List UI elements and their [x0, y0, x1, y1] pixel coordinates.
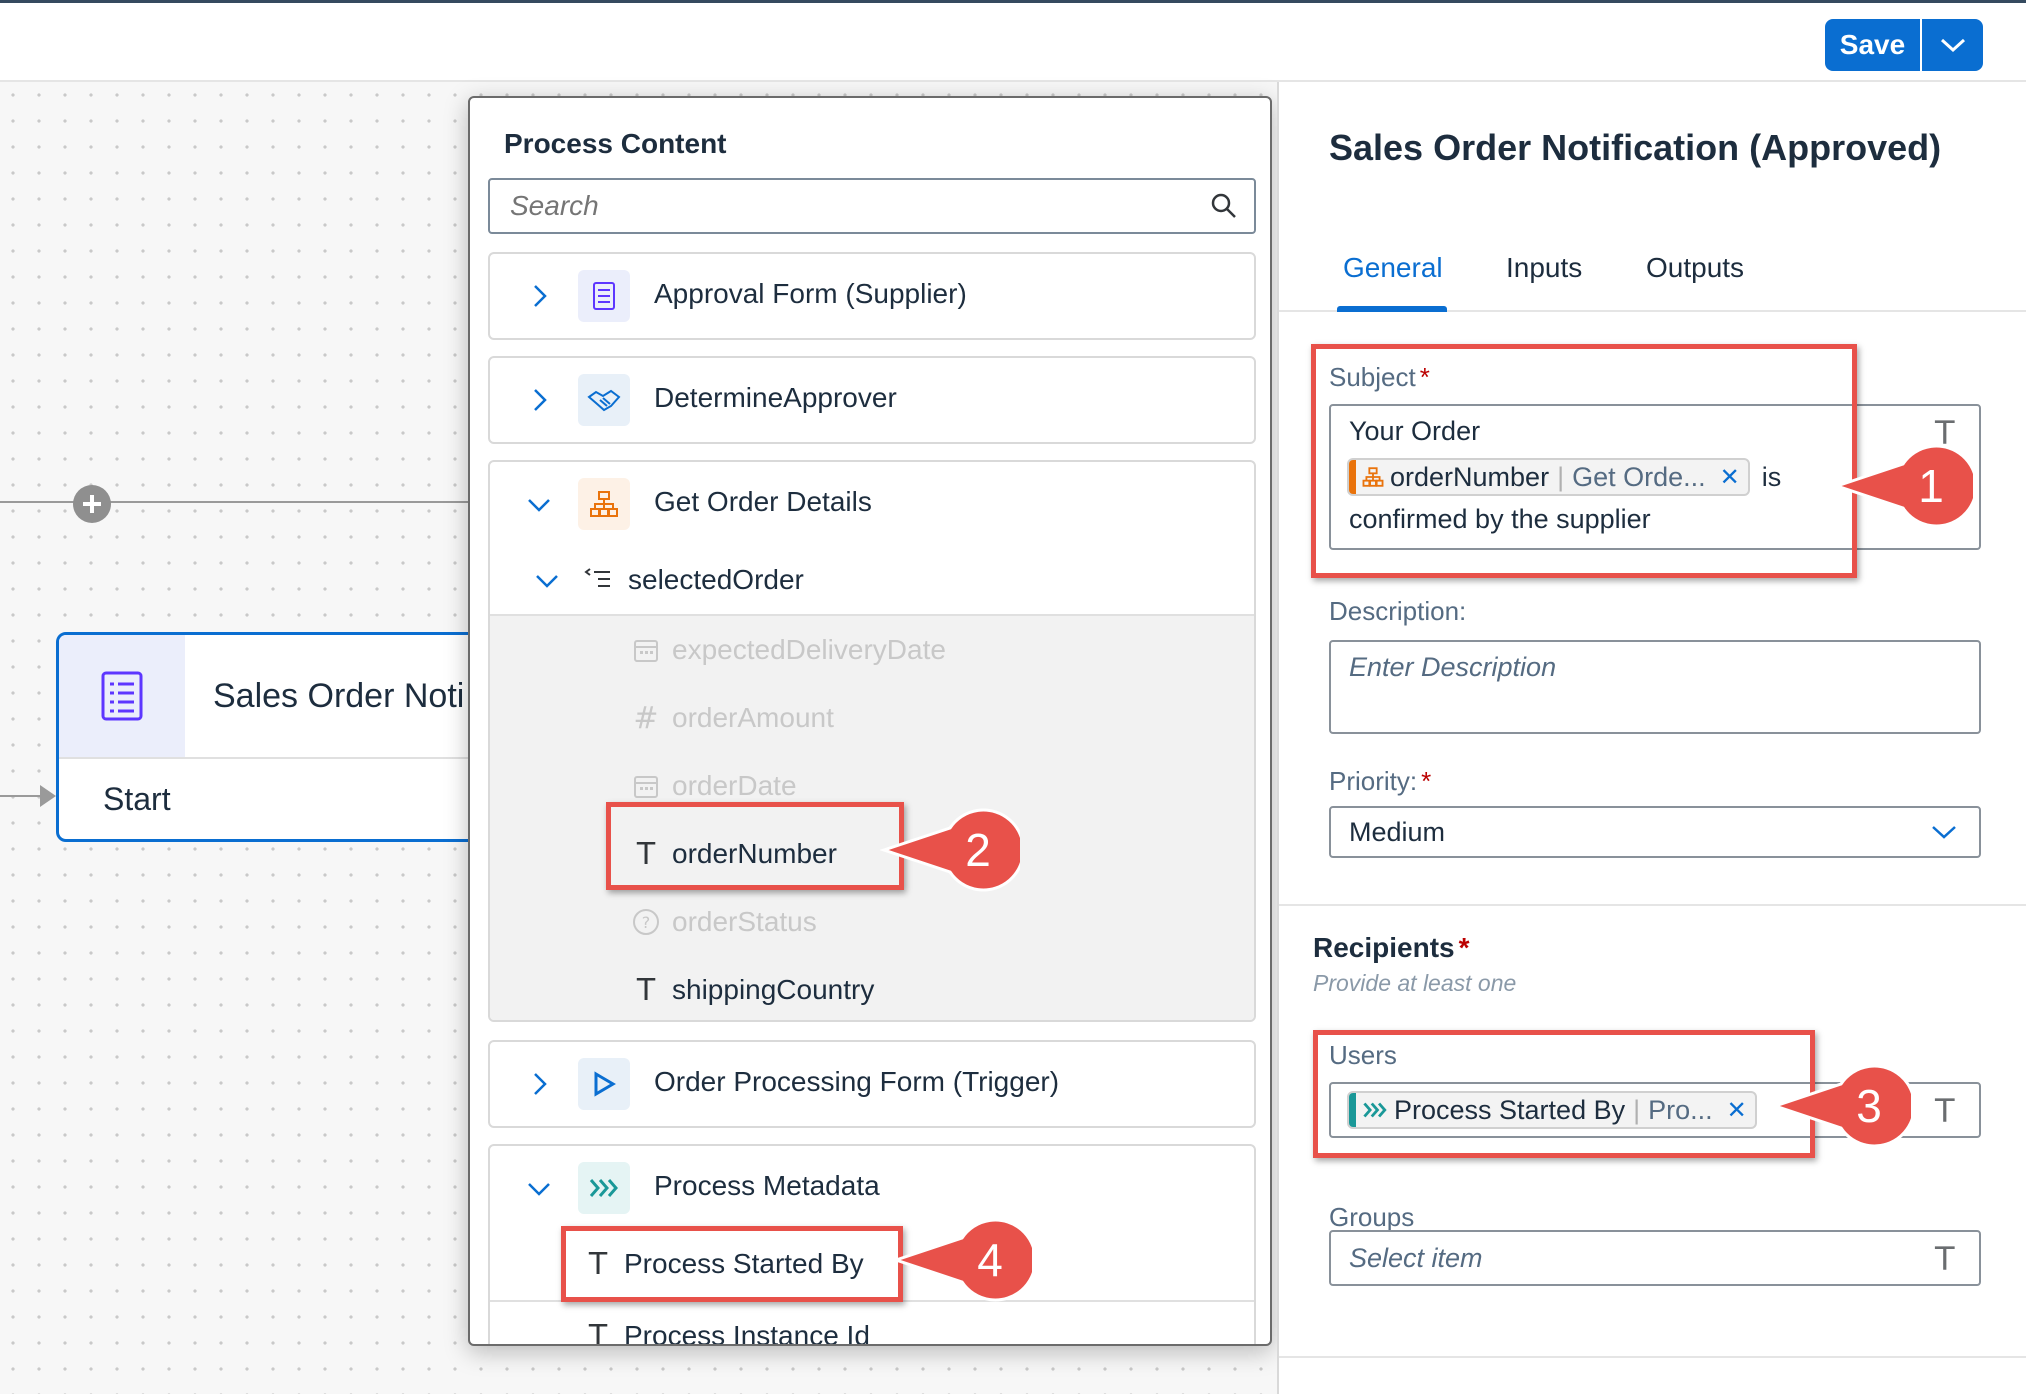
panel-title: Sales Order Notification (Approved) [1329, 127, 1942, 168]
properties-panel: Sales Order Notification (Approved) Gene… [1277, 82, 2026, 1394]
divider [1279, 1356, 2026, 1358]
tree-item-process-instance-id[interactable]: T Process Instance Id [584, 1302, 870, 1346]
hierarchy-icon [578, 478, 630, 530]
tab-inputs[interactable]: Inputs [1506, 252, 1582, 284]
content-section-approval-form[interactable]: Approval Form (Supplier) [488, 252, 1256, 340]
tree-group-label: selectedOrder [628, 564, 804, 595]
svg-text:?: ? [642, 913, 651, 932]
list-indent-icon [584, 568, 610, 587]
highlight-box-subject [1311, 344, 1857, 578]
tree-item-order-status: ? orderStatus [632, 888, 817, 956]
description-label: Description: [1329, 596, 1467, 626]
task-node-title: Sales Order Noti [213, 677, 465, 715]
section-label: Approval Form (Supplier) [654, 278, 967, 309]
highlight-box-process-started-by [561, 1226, 903, 1302]
priority-select[interactable]: Medium [1329, 806, 1981, 858]
save-button-group: Save [1825, 19, 1983, 71]
divider [1279, 904, 2026, 906]
active-tab-indicator [1337, 306, 1447, 312]
chevron-right-icon[interactable] [526, 1071, 552, 1097]
recipients-hint: Provide at least one [1313, 970, 1517, 996]
tree-item-shipping-country[interactable]: T shippingCountry [632, 956, 875, 1020]
search-icon[interactable] [1210, 192, 1238, 220]
text-type-icon[interactable]: T [1935, 1240, 1955, 1278]
groups-label: Groups [1329, 1202, 1415, 1232]
form-list-icon [578, 270, 630, 322]
highlight-box-users [1313, 1030, 1815, 1158]
save-button[interactable]: Save [1825, 19, 1920, 71]
task-node-start-label: Start [103, 781, 171, 817]
priority-label: Priority: * [1329, 766, 1432, 796]
callout-number: 4 [977, 1234, 1003, 1286]
tree-item-label: orderDate [672, 770, 797, 801]
top-toolbar: Save [0, 0, 2026, 82]
tree-item-label: orderStatus [672, 906, 817, 937]
callout-number: 1 [1918, 460, 1944, 512]
tree-item-label: shippingCountry [672, 974, 875, 1005]
callout-number: 2 [965, 824, 991, 876]
text-type-icon: T [588, 1318, 608, 1346]
tree-item-order-amount: # orderAmount [632, 684, 834, 752]
content-section-order-processing-form[interactable]: Order Processing Form (Trigger) [488, 1040, 1256, 1128]
task-node-sales-order-notification[interactable]: Sales Order Noti Start [56, 632, 496, 842]
chevron-right-icon[interactable] [526, 387, 552, 413]
tree-item-expected-delivery-date: expectedDeliveryDate [632, 616, 946, 684]
calendar-icon [634, 776, 658, 798]
content-section-determine-approver[interactable]: DetermineApprover [488, 356, 1256, 444]
flow-connector [0, 501, 480, 503]
recipients-heading: Recipients * [1313, 932, 1470, 963]
save-options-button[interactable] [1920, 19, 1983, 71]
form-list-icon [59, 635, 185, 757]
process-arrows-icon [578, 1162, 630, 1214]
text-type-icon[interactable]: T [1935, 1092, 1955, 1130]
process-content-popover: Process Content Approval Form (Supplier)… [468, 96, 1272, 1346]
chevron-right-icon[interactable] [526, 283, 552, 309]
section-label: Order Processing Form (Trigger) [654, 1066, 1060, 1097]
tree-group-selected-order[interactable]: selectedOrder [490, 546, 1254, 614]
content-section-get-order-details[interactable]: Get Order Details selectedOrder expected… [488, 460, 1256, 1022]
highlight-box-order-number [606, 802, 904, 890]
description-field[interactable]: Enter Description [1329, 640, 1981, 734]
callout-marker-3: 3 [1771, 1064, 1911, 1148]
handshake-icon [578, 374, 630, 426]
popover-title: Process Content [504, 128, 727, 159]
callout-number: 3 [1856, 1080, 1882, 1132]
groups-placeholder: Select item [1349, 1243, 1483, 1273]
calendar-icon [634, 640, 658, 662]
tab-bar: General Inputs Outputs [1279, 242, 2026, 312]
tree-item-label: Process Instance Id [624, 1320, 870, 1346]
flow-arrow-icon [40, 785, 56, 807]
play-icon [578, 1058, 630, 1110]
plus-circle-icon[interactable] [73, 485, 111, 523]
callout-marker-2: 2 [880, 808, 1020, 892]
chevron-down-icon[interactable] [1931, 824, 1957, 840]
description-placeholder: Enter Description [1349, 652, 1557, 682]
number-type-icon: # [633, 700, 659, 736]
search-field [488, 178, 1256, 234]
question-icon: ? [633, 909, 659, 935]
tree-item-label: expectedDeliveryDate [672, 634, 946, 665]
text-type-icon: T [636, 972, 656, 1008]
callout-marker-4: 4 [892, 1218, 1032, 1302]
search-input[interactable] [490, 180, 1190, 232]
priority-value: Medium [1349, 817, 1446, 847]
flow-connector [0, 795, 42, 797]
section-label: DetermineApprover [654, 382, 897, 413]
tab-outputs[interactable]: Outputs [1646, 252, 1744, 284]
callout-marker-1: 1 [1833, 444, 1973, 528]
divider [59, 757, 493, 759]
chevron-down-icon [1940, 38, 1965, 53]
tab-general[interactable]: General [1343, 252, 1443, 284]
section-label: Process Metadata [654, 1170, 880, 1201]
tree-item-label: orderAmount [672, 702, 834, 733]
chevron-down-icon[interactable] [526, 491, 552, 517]
chevron-down-icon[interactable] [526, 1175, 552, 1201]
section-label: Get Order Details [654, 486, 872, 517]
groups-field[interactable]: Select item T [1329, 1230, 1981, 1286]
chevron-down-icon[interactable] [534, 567, 560, 593]
